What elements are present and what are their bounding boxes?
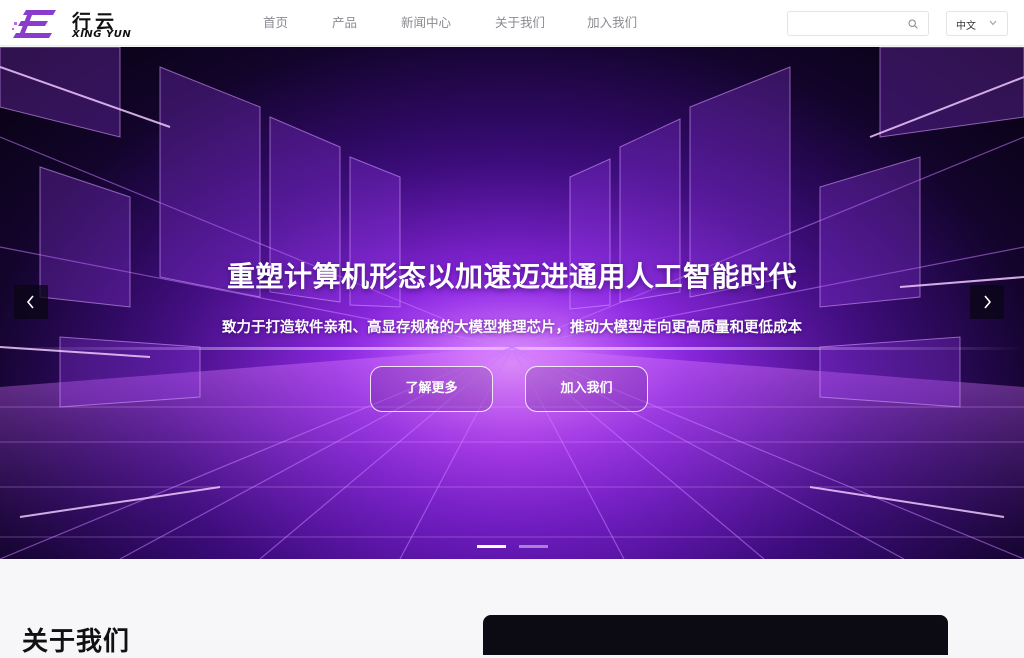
search-icon[interactable] xyxy=(908,19,918,29)
learn-more-button[interactable]: 了解更多 xyxy=(370,366,493,412)
carousel-next-button[interactable] xyxy=(970,285,1004,319)
site-header: 行云 XING YUN 首页 产品 新闻中心 关于我们 加入我们 中文 xyxy=(0,0,1024,46)
search-box xyxy=(787,11,929,36)
nav-item-products[interactable]: 产品 xyxy=(332,0,357,46)
chevron-left-icon xyxy=(26,295,34,309)
hero-background-image xyxy=(0,47,1024,559)
carousel-dot-1[interactable] xyxy=(477,545,506,548)
chevron-down-icon xyxy=(989,20,997,26)
hero-carousel: 重塑计算机形态以加速迈进通用人工智能时代 致力于打造软件亲和、高显存规格的大模型… xyxy=(0,47,1024,559)
logo-mark-icon xyxy=(12,10,56,38)
search-input[interactable] xyxy=(794,15,904,33)
join-us-button[interactable]: 加入我们 xyxy=(525,366,648,412)
carousel-prev-button[interactable] xyxy=(14,285,48,319)
about-media-panel xyxy=(483,615,948,655)
logo-text-en: XING YUN xyxy=(72,29,132,40)
carousel-pagination xyxy=(477,545,561,548)
carousel-dot-2[interactable] xyxy=(519,545,548,548)
language-value: 中文 xyxy=(956,21,976,32)
nav-item-home[interactable]: 首页 xyxy=(263,0,288,46)
nav-item-news[interactable]: 新闻中心 xyxy=(401,0,451,46)
about-section: 关于我们 xyxy=(0,559,1024,657)
brand-logo[interactable]: 行云 XING YUN xyxy=(12,4,142,42)
main-nav: 首页 产品 新闻中心 关于我们 加入我们 xyxy=(242,0,637,46)
nav-item-about[interactable]: 关于我们 xyxy=(495,0,545,46)
nav-item-join[interactable]: 加入我们 xyxy=(587,0,637,46)
chevron-right-icon xyxy=(984,295,992,309)
hero-subtitle: 致力于打造软件亲和、高显存规格的大模型推理芯片，推动大模型走向更高质量和更低成本 xyxy=(222,320,802,336)
language-select[interactable]: 中文 xyxy=(946,11,1008,36)
hero-title: 重塑计算机形态以加速迈进通用人工智能时代 xyxy=(226,260,797,293)
